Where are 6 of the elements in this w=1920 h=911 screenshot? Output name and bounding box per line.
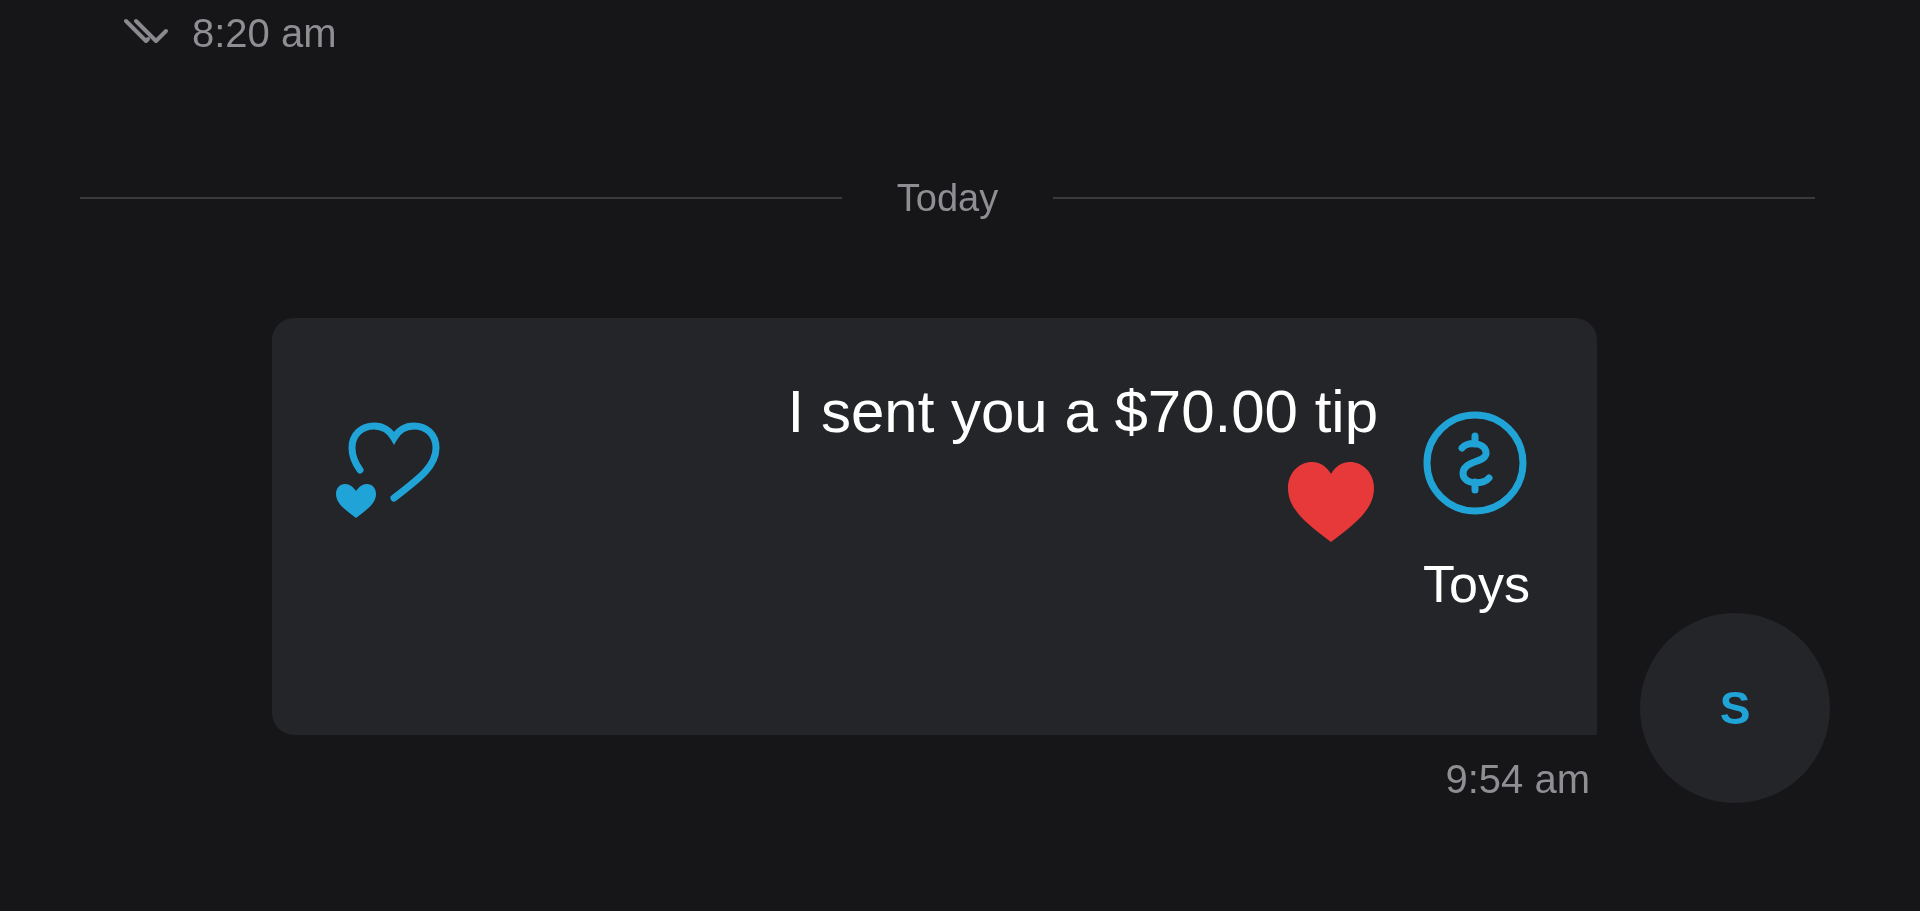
message-time: 8:20 am [192, 10, 337, 57]
avatar[interactable]: S [1640, 613, 1830, 803]
date-divider-label: Today [896, 176, 999, 221]
tip-message-text: I sent you a $70.00 tip [787, 378, 1378, 446]
message-time: 9:54 am [1445, 756, 1590, 803]
message-text: Toys [1423, 554, 1530, 614]
